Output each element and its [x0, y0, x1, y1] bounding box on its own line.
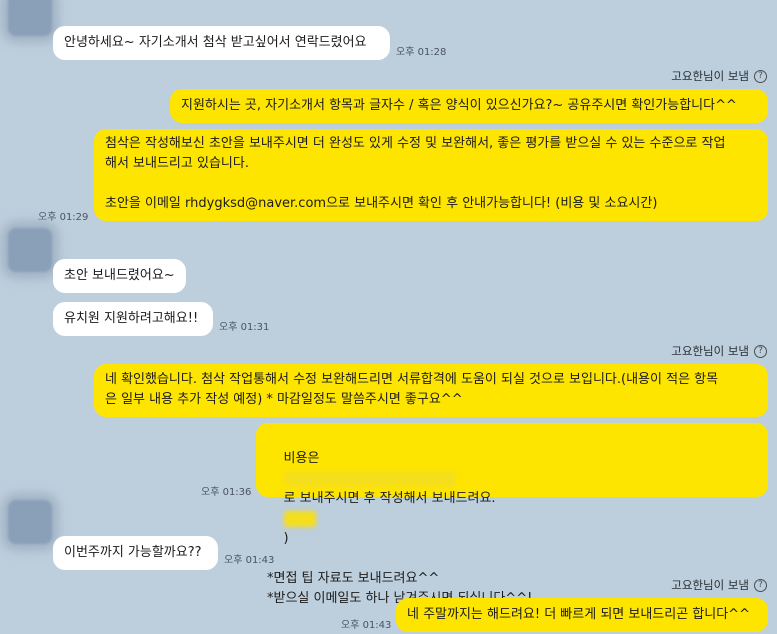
message-time: 오후 01:43 — [341, 620, 392, 631]
avatar[interactable] — [8, 228, 52, 272]
sender-name: 고요한님이 보냄 — [671, 69, 749, 83]
message-bubble-outgoing[interactable]: 비용은 로 보내주시면 후 작성해서 보내드려요. ) *면접 팁 자료도 보내… — [256, 423, 768, 606]
sender-label: 고요한님이 보냄 ? — [671, 343, 767, 359]
message-bubble-outgoing[interactable]: 지원하시는 곳, 자기소개서 항목과 글자수 / 혹은 양식이 있으신가요?~ … — [170, 89, 768, 123]
message-time: 오후 01:43 — [224, 555, 275, 566]
redacted-amount — [283, 510, 316, 527]
message-time: 오후 01:31 — [219, 322, 270, 333]
question-icon[interactable]: ? — [754, 344, 767, 358]
message-bubble-incoming[interactable]: 초안 보내드렸어요~ — [53, 259, 186, 293]
message-text-mid: 로 보내주시면 후 작성해서 보내드려요. — [283, 491, 496, 506]
question-icon[interactable]: ? — [754, 69, 767, 83]
message-text-line: 해서 보내드리고 있습니다. — [105, 156, 249, 171]
message-time: 오후 01:28 — [396, 47, 447, 58]
message-text-prefix: 비용은 — [283, 451, 320, 466]
sender-name: 고요한님이 보냄 — [671, 344, 749, 358]
sender-name: 고요한님이 보냄 — [671, 578, 749, 592]
avatar[interactable] — [8, 500, 52, 544]
message-text-line: 첨삭은 작성해보신 초안을 보내주시면 더 완성도 있게 수정 및 보완해서, … — [105, 136, 726, 151]
message-time: 오후 01:36 — [201, 487, 252, 498]
message-text-line: 네 확인했습니다. 첨삭 작업통해서 수정 보완해드리면 서류합격에 도움이 되… — [105, 372, 719, 387]
message-bubble-outgoing[interactable]: 첨삭은 작성해보신 초안을 보내주시면 더 완성도 있게 수정 및 보완해서, … — [94, 129, 768, 221]
sender-label: 고요한님이 보냄 ? — [671, 68, 767, 84]
message-text-line: 비용은 로 보내주시면 후 작성해서 보내드려요. ) — [267, 429, 757, 569]
message-bubble-outgoing[interactable]: 네 확인했습니다. 첨삭 작업통해서 수정 보완해드리면 서류합격에 도움이 되… — [94, 364, 768, 417]
message-text: 이번주까지 가능할까요?? — [64, 545, 202, 560]
message-bubble-incoming[interactable]: 안녕하세요~ 자기소개서 첨삭 받고싶어서 연락드렸어요 — [53, 26, 390, 60]
redacted-account — [283, 470, 456, 487]
message-text: 안녕하세요~ 자기소개서 첨삭 받고싶어서 연락드렸어요 — [64, 35, 367, 50]
message-bubble-incoming[interactable]: 유치원 지원하려고해요!! — [53, 302, 213, 336]
sender-label: 고요한님이 보냄 ? — [671, 577, 767, 593]
message-text: 유치원 지원하려고해요!! — [64, 311, 199, 326]
message-bubble-outgoing[interactable]: 네 주말까지는 해드려요! 더 빠르게 되면 보내드리곤 합니다^^ — [396, 598, 768, 632]
message-bubble-incoming[interactable]: 이번주까지 가능할까요?? — [53, 536, 218, 570]
message-text-line: 은 일부 내용 추가 작성 예정) * 마감일정도 말씀주시면 좋구요^^ — [105, 392, 463, 407]
message-text: 초안 보내드렸어요~ — [64, 268, 175, 283]
message-time: 오후 01:29 — [38, 212, 89, 223]
message-text-suffix: ) — [283, 531, 289, 546]
message-text: 지원하시는 곳, 자기소개서 항목과 글자수 / 혹은 양식이 있으신가요?~ … — [181, 98, 737, 113]
avatar[interactable] — [8, 0, 52, 36]
message-text: 네 주말까지는 해드려요! 더 빠르게 되면 보내드리곤 합니다^^ — [407, 607, 750, 622]
question-icon[interactable]: ? — [754, 578, 767, 592]
message-text-line: 초안을 이메일 rhdygksd@naver.com으로 보내주시면 확인 후 … — [105, 196, 658, 211]
